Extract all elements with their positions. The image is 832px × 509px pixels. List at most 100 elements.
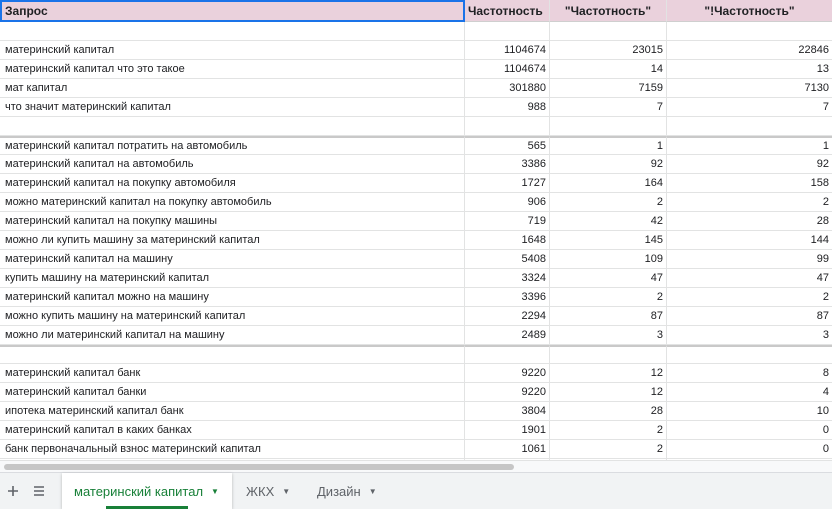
triangle-down-icon[interactable]: ▼ <box>282 487 290 496</box>
cell-exact-frequency[interactable]: 158 <box>667 174 832 193</box>
cell-query[interactable]: материнский капитал на машину <box>0 250 465 269</box>
cell-exact-frequency[interactable]: 1 <box>667 136 832 155</box>
cell-frequency[interactable]: 906 <box>465 193 550 212</box>
cell-quoted-frequency[interactable]: 3 <box>550 326 667 345</box>
cell-quoted-frequency[interactable]: 2 <box>550 421 667 440</box>
tab-design[interactable]: Дизайн ▼ <box>305 473 387 509</box>
cell-frequency[interactable]: 3396 <box>465 288 550 307</box>
cell-query[interactable]: можно купить машину на материнский капит… <box>0 307 465 326</box>
cell-exact-frequency[interactable]: 92 <box>667 155 832 174</box>
cell-exact-frequency[interactable]: 47 <box>667 269 832 288</box>
cell-quoted-frequency[interactable]: 12 <box>550 364 667 383</box>
cell-quoted-frequency[interactable]: 2 <box>550 440 667 459</box>
cell-frequency[interactable]: 1104674 <box>465 41 550 60</box>
cell-query[interactable] <box>0 22 465 41</box>
cell-query[interactable]: материнский капитал банки <box>0 383 465 402</box>
cell-quoted-frequency[interactable] <box>550 345 667 364</box>
cell-quoted-frequency[interactable]: 2 <box>550 288 667 307</box>
cell-exact-frequency[interactable]: 99 <box>667 250 832 269</box>
cell-frequency[interactable]: 1901 <box>465 421 550 440</box>
cell-exact-frequency[interactable]: 22846 <box>667 41 832 60</box>
cell-quoted-frequency[interactable]: 28 <box>550 402 667 421</box>
spreadsheet-grid[interactable]: Запрос Частотность "Частотность" "!Часто… <box>0 0 832 460</box>
cell-quoted-frequency[interactable]: 2 <box>550 193 667 212</box>
cell-frequency[interactable]: 5408 <box>465 250 550 269</box>
cell-quoted-frequency[interactable]: 12 <box>550 383 667 402</box>
cell-quoted-frequency[interactable] <box>550 117 667 136</box>
cell-query[interactable]: можно ли материнский капитал на машину <box>0 326 465 345</box>
cell-exact-frequency[interactable] <box>667 345 832 364</box>
cell-query[interactable]: материнский капитал в каких банках <box>0 421 465 440</box>
cell-frequency[interactable]: 3386 <box>465 155 550 174</box>
cell-quoted-frequency[interactable]: 164 <box>550 174 667 193</box>
cell-query[interactable]: материнский капитал что это такое <box>0 60 465 79</box>
cell-quoted-frequency[interactable]: 145 <box>550 231 667 250</box>
header-quoted-frequency[interactable]: "Частотность" <box>550 0 667 22</box>
cell-frequency[interactable] <box>465 345 550 364</box>
cell-exact-frequency[interactable]: 7 <box>667 98 832 117</box>
cell-query[interactable]: материнский капитал на автомобиль <box>0 155 465 174</box>
cell-quoted-frequency[interactable]: 87 <box>550 307 667 326</box>
cell-frequency[interactable]: 988 <box>465 98 550 117</box>
cell-frequency[interactable]: 9220 <box>465 383 550 402</box>
cell-exact-frequency[interactable]: 0 <box>667 440 832 459</box>
cell-exact-frequency[interactable]: 144 <box>667 231 832 250</box>
tab-zhkh[interactable]: ЖКХ ▼ <box>234 473 304 509</box>
cell-frequency[interactable]: 2294 <box>465 307 550 326</box>
cell-exact-frequency[interactable]: 13 <box>667 60 832 79</box>
cell-frequency[interactable]: 565 <box>465 136 550 155</box>
cell-frequency[interactable]: 1104674 <box>465 60 550 79</box>
tab-maternity-capital[interactable]: материнский капитал ▼ <box>62 473 232 509</box>
cell-exact-frequency[interactable]: 4 <box>667 383 832 402</box>
cell-query[interactable]: материнский капитал <box>0 41 465 60</box>
cell-exact-frequency[interactable]: 8 <box>667 364 832 383</box>
cell-query[interactable]: можно материнский капитал на покупку авт… <box>0 193 465 212</box>
cell-exact-frequency[interactable]: 3 <box>667 326 832 345</box>
cell-quoted-frequency[interactable]: 42 <box>550 212 667 231</box>
cell-quoted-frequency[interactable]: 1 <box>550 136 667 155</box>
menu-icon[interactable] <box>26 473 52 509</box>
cell-quoted-frequency[interactable]: 109 <box>550 250 667 269</box>
triangle-down-icon[interactable]: ▼ <box>369 487 377 496</box>
cell-query[interactable] <box>0 117 465 136</box>
cell-frequency[interactable]: 1648 <box>465 231 550 250</box>
header-exact-frequency[interactable]: "!Частотность" <box>667 0 832 22</box>
triangle-down-icon[interactable]: ▼ <box>211 487 219 496</box>
cell-frequency[interactable]: 1727 <box>465 174 550 193</box>
cell-query[interactable]: можно ли купить машину за материнский ка… <box>0 231 465 250</box>
header-frequency[interactable]: Частотность <box>465 0 550 22</box>
cell-frequency[interactable] <box>465 22 550 41</box>
header-query[interactable]: Запрос <box>0 0 465 22</box>
cell-quoted-frequency[interactable]: 7 <box>550 98 667 117</box>
cell-query[interactable]: материнский капитал на покупку автомобил… <box>0 174 465 193</box>
scrollbar-thumb[interactable] <box>4 464 514 470</box>
cell-quoted-frequency[interactable]: 14 <box>550 60 667 79</box>
cell-query[interactable] <box>0 345 465 364</box>
cell-exact-frequency[interactable] <box>667 22 832 41</box>
cell-frequency[interactable]: 301880 <box>465 79 550 98</box>
cell-quoted-frequency[interactable] <box>550 22 667 41</box>
cell-query[interactable]: материнский капитал потратить на автомоб… <box>0 136 465 155</box>
cell-query[interactable]: материнский капитал банк <box>0 364 465 383</box>
cell-quoted-frequency[interactable]: 7159 <box>550 79 667 98</box>
plus-icon[interactable] <box>0 473 26 509</box>
cell-query[interactable]: банк первоначальный взнос материнский ка… <box>0 440 465 459</box>
cell-frequency[interactable]: 3324 <box>465 269 550 288</box>
cell-exact-frequency[interactable]: 7130 <box>667 79 832 98</box>
cell-exact-frequency[interactable]: 28 <box>667 212 832 231</box>
cell-query[interactable]: материнский капитал можно на машину <box>0 288 465 307</box>
cell-frequency[interactable]: 3804 <box>465 402 550 421</box>
cell-query[interactable]: мат капитал <box>0 79 465 98</box>
cell-exact-frequency[interactable]: 10 <box>667 402 832 421</box>
cell-frequency[interactable]: 1061 <box>465 440 550 459</box>
cell-exact-frequency[interactable]: 87 <box>667 307 832 326</box>
cell-frequency[interactable]: 2489 <box>465 326 550 345</box>
cell-quoted-frequency[interactable]: 47 <box>550 269 667 288</box>
cell-exact-frequency[interactable]: 2 <box>667 193 832 212</box>
cell-query[interactable]: материнский капитал на покупку машины <box>0 212 465 231</box>
cell-query[interactable]: купить машину на материнский капитал <box>0 269 465 288</box>
cell-quoted-frequency[interactable]: 23015 <box>550 41 667 60</box>
cell-quoted-frequency[interactable]: 92 <box>550 155 667 174</box>
cell-frequency[interactable]: 9220 <box>465 364 550 383</box>
cell-frequency[interactable]: 719 <box>465 212 550 231</box>
